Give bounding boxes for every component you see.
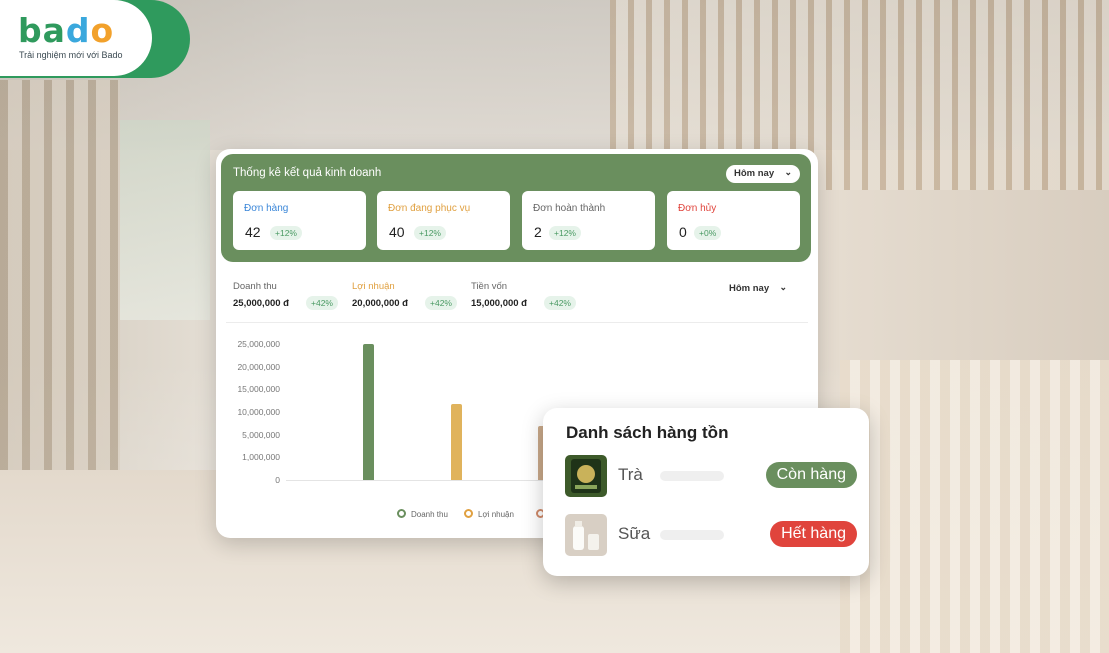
finance-label: Tiền vốn [471, 281, 508, 292]
y-tick-label: 20,000,000 [237, 361, 280, 372]
legend-item: Lợi nhuận [464, 509, 514, 519]
stat-label: Đơn đang phục vụ [388, 203, 471, 214]
inventory-title: Danh sách hàng tồn [566, 423, 729, 442]
stat-label: Đơn hàng [244, 203, 289, 214]
finance-value: 20,000,000 đ [352, 298, 408, 309]
tea-package-icon [565, 455, 607, 497]
stat-value: 42 [245, 224, 261, 240]
finance-revenue: Doanh thu 25,000,000 đ +42% [233, 281, 338, 310]
stat-label: Đơn hủy [678, 203, 717, 214]
divider [226, 322, 808, 323]
finance-label: Doanh thu [233, 281, 277, 292]
inventory-item-milk[interactable]: Sữa Hết hàng [565, 514, 857, 556]
milk-bottle-icon [565, 514, 607, 556]
finance-capital: Tiền vốn 15,000,000 đ +42% [471, 281, 576, 310]
period-dropdown-label: Hôm nay [729, 283, 770, 294]
bar-1[interactable] [363, 344, 374, 480]
legend-marker [397, 509, 406, 518]
stat-card-serving[interactable]: Đơn đang phục vụ 40 +12% [377, 191, 510, 250]
status-badge: Còn hàng [765, 462, 857, 488]
stat-label: Đơn hoàn thành [533, 203, 606, 214]
legend-label: Doanh thu [411, 510, 448, 519]
stat-value: 40 [389, 224, 405, 240]
finance-change-badge: +42% [425, 296, 457, 310]
y-tick-label: 5,000,000 [242, 429, 280, 440]
brand-logo[interactable]: bado Trải nghiệm mới với Bado [0, 0, 190, 78]
stat-change-badge: +12% [414, 226, 446, 240]
stat-value: 0 [679, 224, 687, 240]
logo-wordmark: bado [18, 11, 115, 50]
y-tick-label: 15,000,000 [237, 384, 280, 395]
chevron-down-icon: ⌄ [779, 282, 787, 292]
y-tick-label: 25,000,000 [237, 339, 280, 349]
stat-card-orders[interactable]: Đơn hàng 42 +12% [233, 191, 366, 250]
finance-change-badge: +42% [306, 296, 338, 310]
stat-card-completed[interactable]: Đơn hoàn thành 2 +12% [522, 191, 655, 250]
placeholder-bar [660, 530, 724, 540]
stat-change-badge: +12% [270, 226, 302, 240]
inventory-item-tea[interactable]: Trà Còn hàng [565, 455, 857, 497]
stats-panel: Thống kê kết quả kinh doanh Hôm nay ⌄ Đơ… [221, 154, 811, 262]
y-tick-label: 1,000,000 [242, 452, 280, 463]
period-dropdown[interactable]: Hôm nay ⌄ [726, 165, 800, 183]
chevron-down-icon: ⌄ [784, 167, 792, 177]
legend-marker [464, 509, 473, 518]
window [120, 120, 210, 320]
stat-card-cancelled[interactable]: Đơn hủy 0 +0% [667, 191, 800, 250]
period-dropdown-label: Hôm nay [734, 168, 775, 179]
inventory-card: Danh sách hàng tồn Trà Còn hàng Sữa Hết … [543, 408, 869, 576]
legend-item: Doanh thu [397, 509, 448, 519]
left-partition [0, 80, 120, 500]
finance-period-dropdown[interactable]: Hôm nay ⌄ [721, 280, 795, 298]
bar-2[interactable] [451, 403, 462, 480]
legend-label: Lợi nhuận [478, 510, 514, 519]
stat-value: 2 [534, 224, 542, 240]
status-badge: Hết hàng [770, 521, 857, 547]
finance-profit: Lợi nhuận 20,000,000 đ +42% [352, 281, 457, 310]
stat-change-badge: +0% [694, 226, 722, 240]
inventory-item-name: Sữa [618, 524, 651, 543]
finance-label: Lợi nhuận [352, 281, 395, 292]
stats-title: Thống kê kết quả kinh doanh [233, 167, 382, 179]
counter [840, 360, 1109, 653]
finance-value: 25,000,000 đ [233, 298, 289, 309]
inventory-item-name: Trà [618, 465, 643, 484]
finance-value: 15,000,000 đ [471, 298, 527, 309]
placeholder-bar [660, 471, 724, 481]
logo-tagline: Trải nghiệm mới với Bado [19, 50, 123, 60]
stat-change-badge: +12% [549, 226, 581, 240]
y-tick-label: 10,000,000 [237, 407, 280, 417]
finance-change-badge: +42% [544, 296, 576, 310]
y-tick-label: 0 [275, 475, 280, 485]
